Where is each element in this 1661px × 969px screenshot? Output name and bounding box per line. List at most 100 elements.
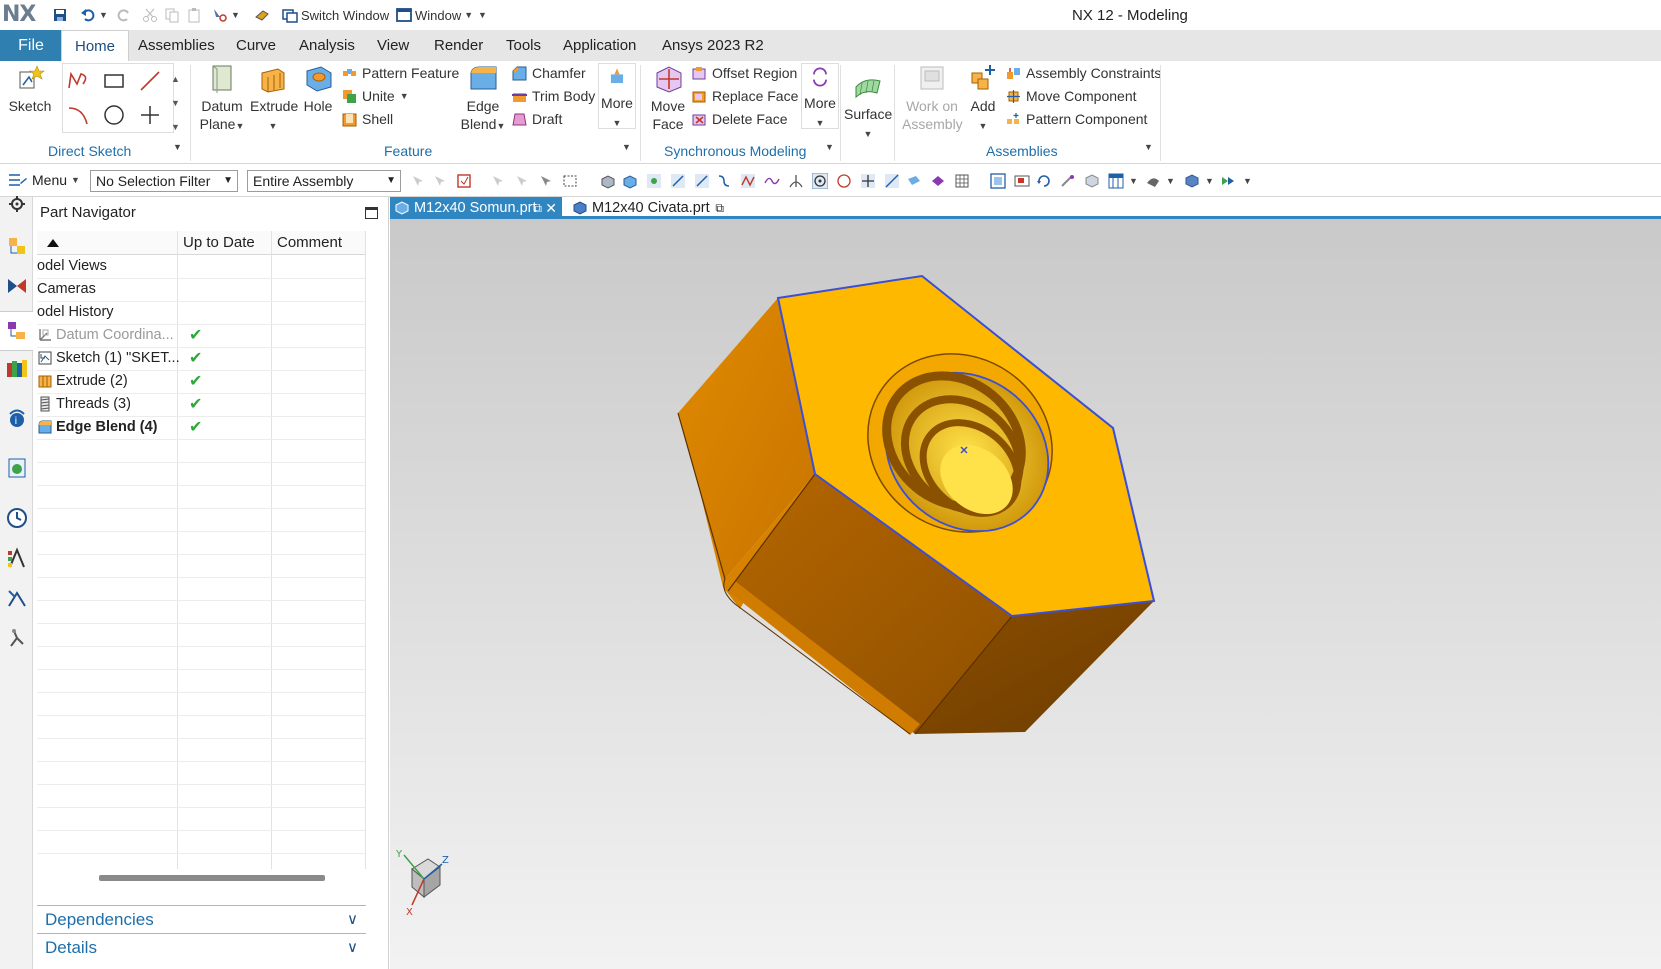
navigator-row-edge-blend[interactable]: Edge Blend (4) ✔: [37, 416, 366, 440]
edge-blend-button[interactable]: Edge Blend▼: [458, 63, 508, 135]
surface-button[interactable]: Surface ▼: [844, 71, 892, 143]
shell-button[interactable]: Shell: [342, 109, 393, 129]
line-icon[interactable]: [139, 70, 161, 92]
edit-section-dropdown[interactable]: ▼: [1205, 176, 1214, 186]
sync-group-menu[interactable]: ▼: [825, 142, 834, 152]
pin-icon[interactable]: ⧉: [533, 197, 542, 219]
snap-center-icon[interactable]: [812, 173, 828, 189]
select-all-icon[interactable]: [456, 173, 472, 189]
edit-section-icon[interactable]: [1184, 173, 1200, 189]
tab-file[interactable]: File: [0, 30, 62, 61]
tab-curve[interactable]: Curve: [236, 30, 276, 61]
move-component-button[interactable]: Move Component: [1006, 86, 1137, 106]
name-column-header[interactable]: [37, 231, 177, 255]
snap-end-icon[interactable]: [514, 173, 530, 189]
extrude-button[interactable]: Extrude ▼: [250, 63, 298, 135]
face-icon[interactable]: [622, 173, 638, 189]
feature-group-menu[interactable]: ▼: [622, 142, 631, 152]
tab-analysis[interactable]: Analysis: [299, 30, 355, 61]
dependencies-panel-header[interactable]: Dependencies ∨: [37, 905, 366, 933]
component-selection-icon[interactable]: [538, 173, 554, 189]
snap-point-on-curve-icon[interactable]: [884, 173, 900, 189]
graphics-window[interactable]: Y Z X: [390, 219, 1661, 969]
maximize-navigator-button[interactable]: [365, 207, 378, 219]
selection-filter-dropdown[interactable]: No Selection Filter ▼: [90, 170, 238, 192]
roles-icon[interactable]: [6, 587, 28, 609]
system-scenes-icon[interactable]: [6, 627, 28, 649]
close-tab-icon[interactable]: ✕: [545, 197, 557, 219]
tab-tools[interactable]: Tools: [506, 30, 541, 61]
redo-button[interactable]: [116, 6, 132, 24]
rendering-style-dropdown[interactable]: ▼: [1166, 176, 1175, 186]
quick-access-customize[interactable]: ▼: [478, 6, 487, 24]
reuse-library-icon[interactable]: [6, 357, 28, 379]
assembly-constraints-button[interactable]: Assembly Constraints: [1006, 63, 1161, 83]
doc-tab-civata[interactable]: M12x40 Civata.prt ⧉: [568, 197, 728, 219]
arc-icon[interactable]: [67, 104, 91, 126]
tab-ansys[interactable]: Ansys 2023 R2: [662, 30, 764, 61]
gallery-scroll[interactable]: ▲ ▼ ▼: [171, 67, 180, 139]
feature-selection-icon[interactable]: [432, 173, 448, 189]
hd3d-tools-icon[interactable]: i: [6, 407, 28, 429]
part-navigator-tab[interactable]: [0, 311, 33, 351]
zoom-icon[interactable]: [1014, 173, 1030, 189]
pan-icon[interactable]: [1060, 173, 1076, 189]
pattern-feature-button[interactable]: Pattern Feature: [342, 63, 459, 83]
solid-body-icon[interactable]: [600, 173, 616, 189]
doc-tab-somun[interactable]: M12x40 Somun.prt ⧉ ✕: [390, 197, 562, 219]
rotate-icon[interactable]: [1036, 173, 1052, 189]
cut-button[interactable]: [142, 6, 158, 24]
navigator-row-threads[interactable]: Threads (3) ✔: [37, 393, 366, 417]
rectangle-selection-icon[interactable]: [562, 173, 578, 189]
snap-point-on-face-icon[interactable]: [906, 173, 922, 189]
fit-view-icon[interactable]: [990, 173, 1006, 189]
add-component-button[interactable]: Add ▼: [965, 63, 1001, 135]
point-icon[interactable]: [139, 104, 161, 126]
tab-application[interactable]: Application: [563, 30, 636, 61]
tab-assemblies[interactable]: Assemblies: [138, 30, 215, 61]
details-panel-header[interactable]: Details ∨: [37, 933, 366, 961]
assembly-navigator-icon[interactable]: [6, 235, 28, 257]
horizontal-scrollbar[interactable]: [99, 875, 325, 881]
comment-column-header[interactable]: Comment: [271, 231, 366, 255]
sync-more-button[interactable]: More ▼: [801, 63, 839, 129]
snap-grid-icon[interactable]: [954, 173, 970, 189]
tab-view[interactable]: View: [377, 30, 409, 61]
show-hide-dropdown[interactable]: ▼: [1243, 176, 1252, 186]
navigator-row-sketch[interactable]: Sketch (1) "SKET... ✔: [37, 347, 366, 371]
web-browser-icon[interactable]: [6, 457, 28, 479]
paste-button[interactable]: [186, 6, 202, 24]
snap-existing-point-icon[interactable]: [860, 173, 876, 189]
pin-icon[interactable]: ⧉: [715, 197, 724, 219]
menu-button[interactable]: Menu ▼: [8, 172, 80, 188]
rendering-style-icon[interactable]: [1145, 173, 1161, 189]
navigator-row-model-history[interactable]: odel History: [37, 301, 366, 325]
feature-more-button[interactable]: More ▼: [598, 63, 636, 129]
assemblies-group-menu[interactable]: ▼: [1144, 142, 1153, 152]
snap-bounded-grid-icon[interactable]: [930, 173, 946, 189]
process-studio-icon[interactable]: [6, 547, 28, 569]
navigator-row-model-views[interactable]: odel Views: [37, 255, 366, 279]
trim-body-button[interactable]: Trim Body: [512, 86, 595, 106]
orient-view-icon[interactable]: [1108, 173, 1124, 189]
datum-plane-button[interactable]: Datum Plane▼: [199, 63, 245, 135]
constraint-navigator-icon[interactable]: [6, 275, 28, 297]
move-face-button[interactable]: Move Face: [648, 63, 688, 133]
snap-midpoint-icon[interactable]: [694, 173, 710, 189]
snap-endpoint-icon[interactable]: [670, 173, 686, 189]
repeat-command-button[interactable]: ▼: [212, 6, 240, 24]
tab-render[interactable]: Render: [434, 30, 483, 61]
navigator-row-extrude[interactable]: Extrude (2) ✔: [37, 370, 366, 394]
history-icon[interactable]: [6, 507, 28, 529]
tab-home[interactable]: Home: [61, 30, 130, 61]
uptodate-column-header[interactable]: Up to Date: [177, 231, 271, 255]
sketch-button[interactable]: Sketch: [8, 63, 52, 115]
selection-scope-dropdown[interactable]: Entire Assembly ▼: [247, 170, 401, 192]
navigator-row-cameras[interactable]: Cameras: [37, 278, 366, 302]
chamfer-button[interactable]: Chamfer: [512, 63, 586, 83]
snap-quadrant-icon[interactable]: [836, 173, 852, 189]
unite-button[interactable]: Unite ▼: [342, 86, 409, 106]
settings-icon[interactable]: [6, 193, 28, 215]
profile-icon[interactable]: [67, 70, 91, 92]
switch-window-button[interactable]: Switch Window: [282, 6, 389, 24]
